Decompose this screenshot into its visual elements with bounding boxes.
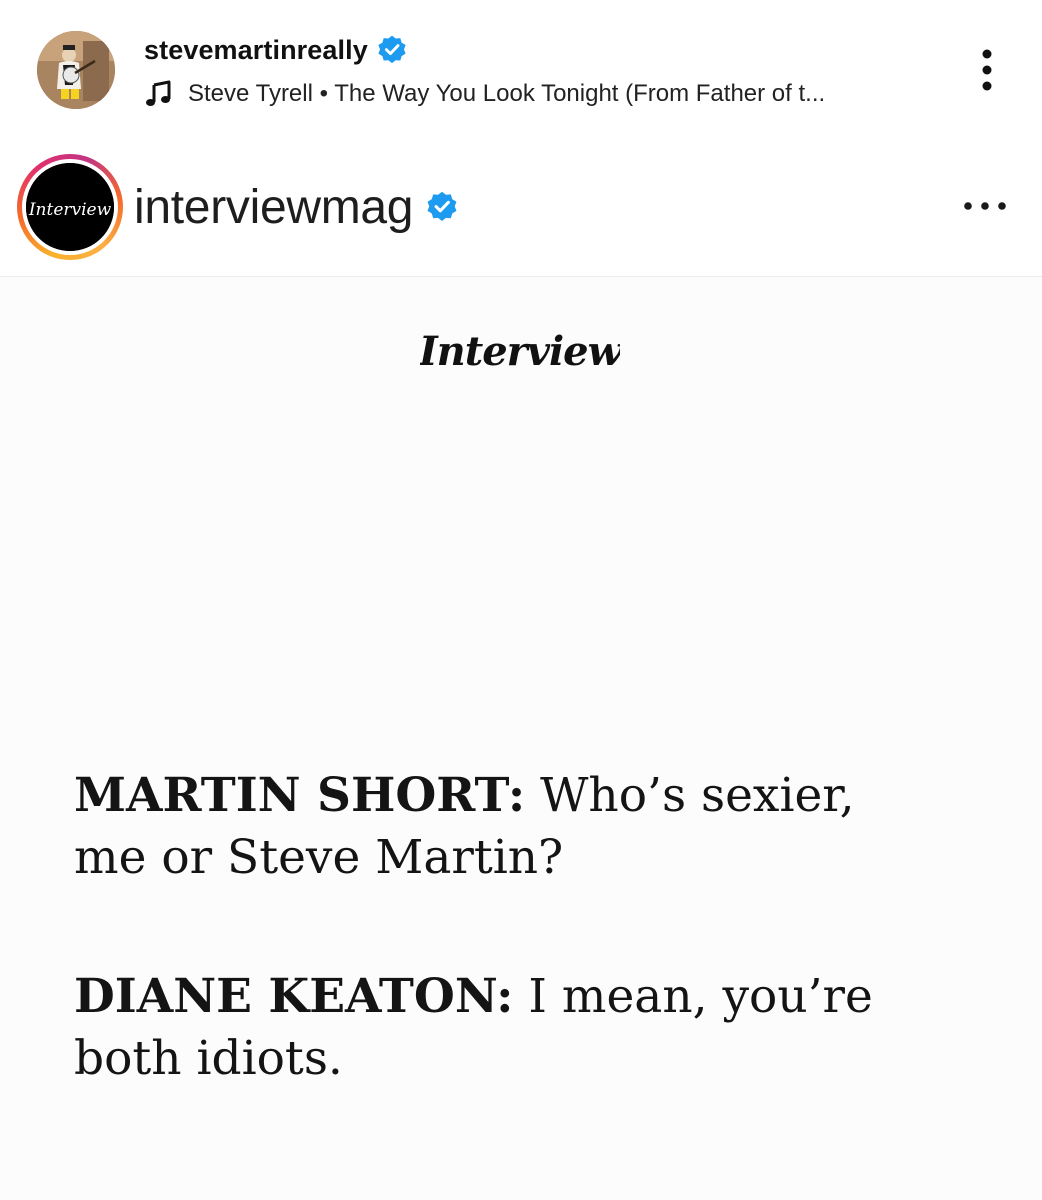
quote-text: I mean, you’re xyxy=(513,969,873,1024)
interview-logo: Interview xyxy=(420,328,620,375)
interview-avatar-wordmark: Interview xyxy=(26,163,114,251)
quote-martin-short: MARTIN SHORT: Who’s sexier, me or Steve … xyxy=(74,765,974,889)
music-note-icon xyxy=(146,80,171,106)
quote-text: both idiots. xyxy=(74,1031,343,1086)
interview-avatar: Interview xyxy=(26,163,114,251)
quote-diane-keaton: DIANE KEATON: I mean, you’re both idiots… xyxy=(74,966,974,1090)
embedded-post-body: Interview MARTIN SHORT: Who’s sexier, me… xyxy=(0,277,1042,1200)
quote-text: me or Steve Martin? xyxy=(74,830,564,885)
svg-text:Interview: Interview xyxy=(420,328,620,375)
music-track-label: Steve Tyrell • The Way You Look Tonight … xyxy=(188,80,826,107)
username-row: stevemartinreally xyxy=(144,28,408,72)
svg-text:Interview: Interview xyxy=(28,200,112,220)
embedded-username-row: interviewmag xyxy=(134,176,459,238)
music-row[interactable]: Steve Tyrell • The Way You Look Tonight … xyxy=(144,74,825,114)
profile-avatar[interactable] xyxy=(37,31,115,109)
post-header: stevemartinreally Steve Tyrell • The Way… xyxy=(0,0,1042,135)
embedded-username: interviewmag xyxy=(134,180,414,234)
more-vertical-icon[interactable] xyxy=(970,46,1004,94)
username[interactable]: stevemartinreally xyxy=(144,35,368,66)
embedded-post-image: Interview interviewmag Interview MARTIN … xyxy=(0,136,1042,1200)
avatar-image xyxy=(37,31,115,109)
quote-text: Who’s sexier, xyxy=(525,768,855,823)
more-horizontal-icon xyxy=(964,202,1006,210)
verified-badge-icon xyxy=(427,191,457,221)
speaker-name: MARTIN SHORT: xyxy=(74,768,526,823)
story-ring: Interview xyxy=(17,154,123,260)
embedded-post-header: Interview interviewmag xyxy=(0,136,1042,277)
speaker-name: DIANE KEATON: xyxy=(74,969,514,1024)
verified-badge-icon xyxy=(378,35,406,64)
